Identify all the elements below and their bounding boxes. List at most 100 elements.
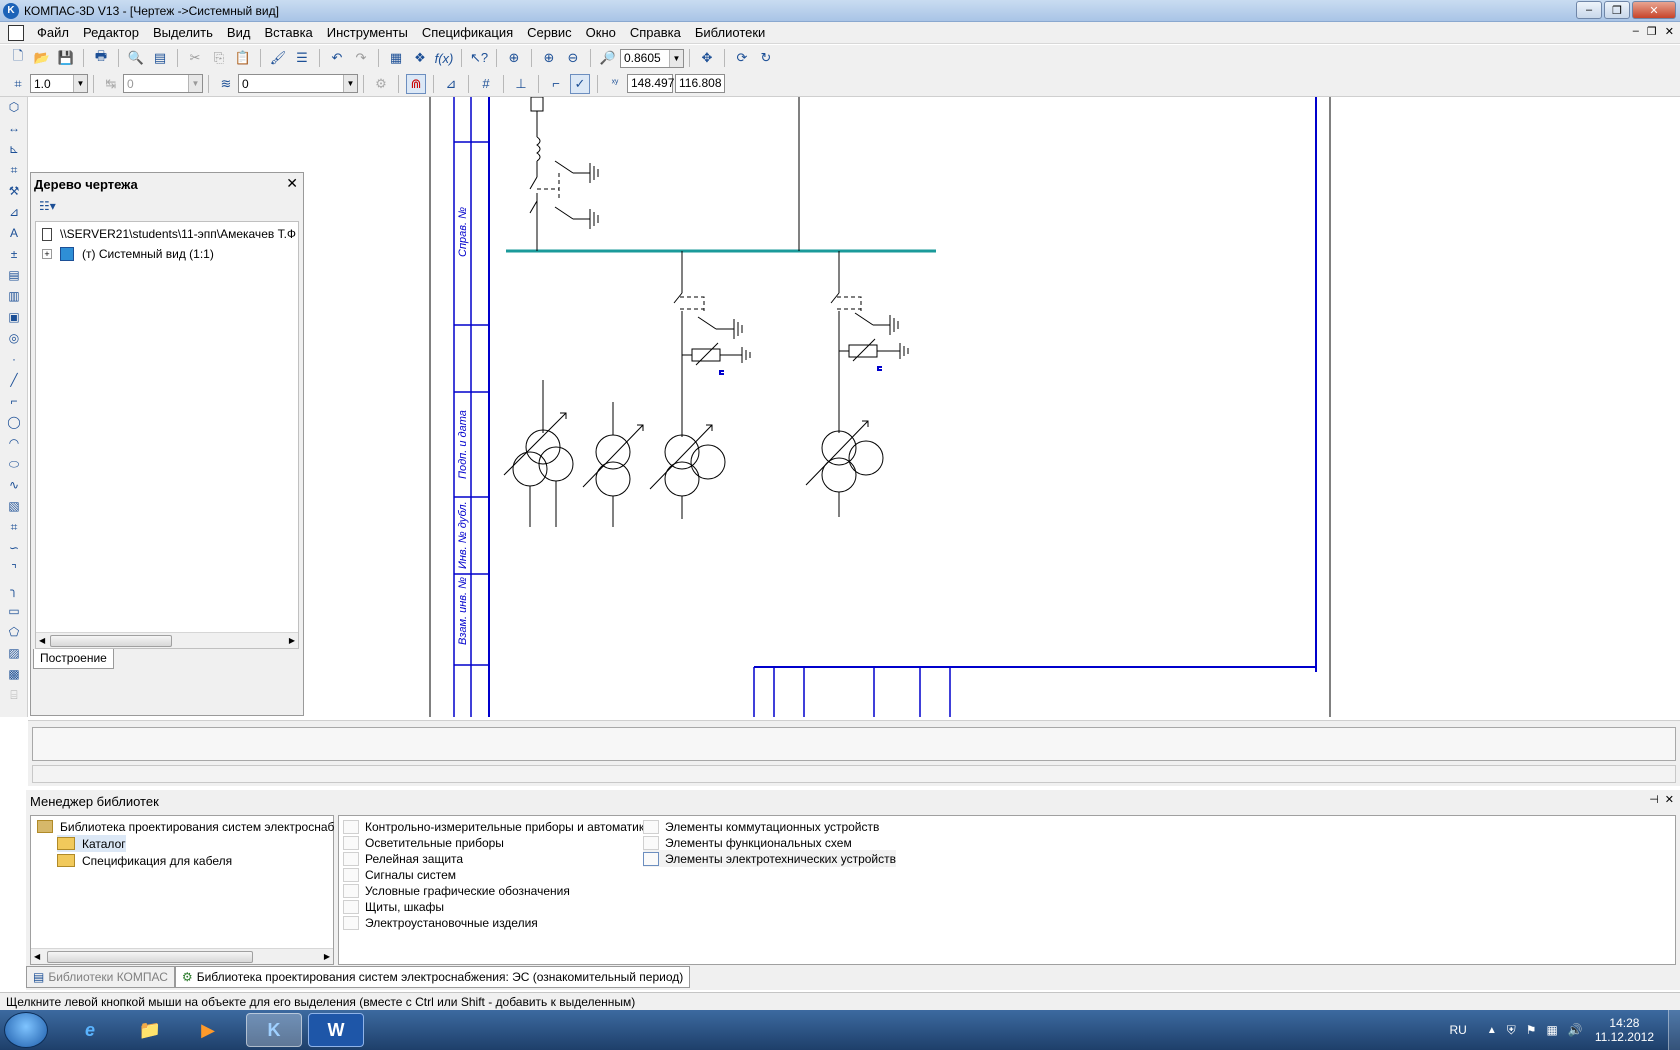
library-item-symbols[interactable]: Условные графические обозначения	[343, 882, 570, 899]
explorer-task[interactable]: 📁	[122, 1013, 178, 1047]
tree-expand-icon[interactable]: +	[42, 249, 52, 259]
menu-libraries[interactable]: Библиотеки	[688, 25, 772, 40]
edit-panel-icon[interactable]: ⌗	[3, 161, 25, 179]
scroll-left-icon[interactable]: ◀	[34, 952, 40, 961]
scroll-right-icon[interactable]: ▶	[289, 636, 295, 645]
assoc-views-panel-icon[interactable]: ±	[3, 245, 25, 263]
library-item-panels[interactable]: Щиты, шкафы	[343, 898, 444, 915]
menu-window[interactable]: Окно	[579, 25, 623, 40]
undo-icon[interactable]: ↶	[327, 48, 347, 68]
print-icon[interactable]: 🖶	[91, 48, 111, 68]
tree-mode-icon[interactable]: ☷▾	[39, 199, 56, 213]
insert-panel-icon[interactable]: ▣	[3, 308, 25, 326]
library-item-lighting[interactable]: Осветительные приборы	[343, 834, 504, 851]
menu-view[interactable]: Вид	[220, 25, 258, 40]
menu-specification[interactable]: Спецификация	[415, 25, 520, 40]
mdi-close-button[interactable]: ✕	[1665, 25, 1674, 38]
save-icon[interactable]: 💾	[56, 48, 76, 68]
menu-tools[interactable]: Инструменты	[320, 25, 415, 40]
library-item-electrotechnical[interactable]: Элементы электротехнических устройств	[643, 850, 897, 867]
collection-icon[interactable]: ⌸	[3, 686, 25, 704]
mdi-restore-button[interactable]: ❐	[1647, 25, 1657, 38]
bezier-icon[interactable]: ∽	[3, 539, 25, 557]
menu-file[interactable]: Файл	[30, 25, 76, 40]
hatch-fill-icon[interactable]: ▧	[3, 497, 25, 515]
ortho-icon[interactable]: ⌐	[546, 74, 566, 94]
tree-toggle-icon[interactable]: ▦	[386, 48, 406, 68]
paste-icon[interactable]: 📋	[233, 48, 253, 68]
scrollbar-thumb[interactable]	[47, 951, 253, 963]
zoom-in-icon[interactable]: ⊕	[539, 48, 559, 68]
start-button[interactable]	[4, 1012, 48, 1048]
reports-panel-icon[interactable]: ▥	[3, 287, 25, 305]
copy-icon[interactable]: ⎘	[209, 48, 229, 68]
variables-icon[interactable]: f(x)	[434, 48, 454, 68]
properties-icon[interactable]: ☰	[292, 48, 312, 68]
library-close-icon[interactable]: ✕	[1665, 793, 1674, 806]
library-item-functional[interactable]: Элементы функциональных схем	[643, 834, 852, 851]
tab-kompas-libraries[interactable]: ▤ Библиотеки КОМПАС	[26, 966, 175, 988]
library-tree-cable-spec[interactable]: Спецификация для кабеля	[57, 852, 232, 869]
fillet-icon[interactable]: ╮	[3, 581, 25, 599]
media-player-task[interactable]: ▶	[180, 1013, 236, 1047]
print-preview-icon[interactable]: 🔍	[126, 48, 146, 68]
arc-icon[interactable]: ◠	[3, 434, 25, 452]
chamfer-icon[interactable]: ⌝	[3, 560, 25, 578]
menu-select[interactable]: Выделить	[146, 25, 220, 40]
new-document-icon[interactable]: 🗋	[8, 48, 28, 68]
symbols-panel-icon[interactable]: ⊾	[3, 140, 25, 158]
layers-icon[interactable]: ≋	[216, 74, 236, 94]
kompas-app-icon[interactable]: K	[3, 2, 19, 19]
rebuild-icon[interactable]: ↻	[756, 48, 776, 68]
chevron-down-icon[interactable]: ▼	[73, 75, 87, 92]
spline-icon[interactable]: ∿	[3, 476, 25, 494]
document-icon[interactable]	[8, 24, 24, 41]
ellipse-icon[interactable]: ⬭	[3, 455, 25, 473]
redo-icon[interactable]: ↷	[351, 48, 371, 68]
mdi-minimize-button[interactable]: –	[1633, 25, 1639, 38]
measure-panel-icon[interactable]: ⊿	[3, 203, 25, 221]
coord-y-field[interactable]: 116.808	[675, 74, 725, 93]
help-pointer-icon[interactable]: ↖?	[469, 48, 489, 68]
tree-item-system-view[interactable]: + (т) Системный вид (1:1)	[36, 244, 298, 264]
library-tree-root[interactable]: Библиотека проектирования систем электро…	[37, 818, 334, 835]
language-indicator[interactable]: RU	[1450, 1023, 1467, 1037]
pan-icon[interactable]: ✥	[697, 48, 717, 68]
tree-close-icon[interactable]: ✕	[286, 175, 298, 192]
menu-editor[interactable]: Редактор	[76, 25, 146, 40]
circle-icon[interactable]: ◯	[3, 413, 25, 431]
menu-service[interactable]: Сервис	[520, 25, 579, 40]
polyline-icon[interactable]: ⌐	[3, 392, 25, 410]
layer-combo[interactable]: 0 ▼	[238, 74, 358, 93]
format-brush-icon[interactable]: 🖌	[268, 48, 288, 68]
cut-icon[interactable]: ✂	[185, 48, 205, 68]
library-item-signals[interactable]: Сигналы систем	[343, 866, 456, 883]
coord-x-field[interactable]: 148.497	[627, 74, 674, 93]
library-item-kip[interactable]: Контрольно-измерительные приборы и автом…	[343, 818, 651, 835]
internet-explorer-task[interactable]: e	[62, 1013, 118, 1047]
point-icon[interactable]: ·	[3, 350, 25, 368]
geometry-panel-icon[interactable]: ⬡	[3, 98, 25, 116]
kompas-task[interactable]: K	[246, 1013, 302, 1047]
tab-power-supply-library[interactable]: ⚙ Библиотека проектирования систем элект…	[174, 966, 691, 988]
menu-help[interactable]: Справка	[623, 25, 688, 40]
tree-item-root[interactable]: \\SERVER21\students\11-эпп\Амекачев Т.Ф	[36, 224, 298, 244]
scale-combo[interactable]: 1.0 ▼	[30, 74, 88, 93]
manager-icon[interactable]: ▤	[150, 48, 170, 68]
word-task[interactable]: W	[308, 1013, 364, 1047]
chevron-down-icon[interactable]: ▼	[343, 75, 357, 92]
show-hidden-icons-icon[interactable]: ▲	[1487, 1025, 1497, 1036]
contour-icon[interactable]: ⌗	[3, 518, 25, 536]
segment-icon[interactable]: ╱	[3, 371, 25, 389]
action-center-flag-icon[interactable]: ⚑	[1526, 1023, 1537, 1037]
library-tree-catalog[interactable]: Каталог	[57, 835, 126, 852]
minimize-button[interactable]: –	[1576, 1, 1602, 19]
security-icon[interactable]: ⛨	[1507, 1023, 1516, 1038]
zoom-combo[interactable]: 0.8605 ▼	[620, 48, 684, 68]
refresh-icon[interactable]: ⟳	[732, 48, 752, 68]
close-button[interactable]: ✕	[1632, 1, 1676, 19]
zoom-out-icon[interactable]: ⊖	[563, 48, 583, 68]
menu-insert[interactable]: Вставка	[257, 25, 319, 40]
library-tree-scrollbar[interactable]: ◀ ▶	[31, 948, 333, 964]
select-panel-icon[interactable]: A	[3, 224, 25, 242]
